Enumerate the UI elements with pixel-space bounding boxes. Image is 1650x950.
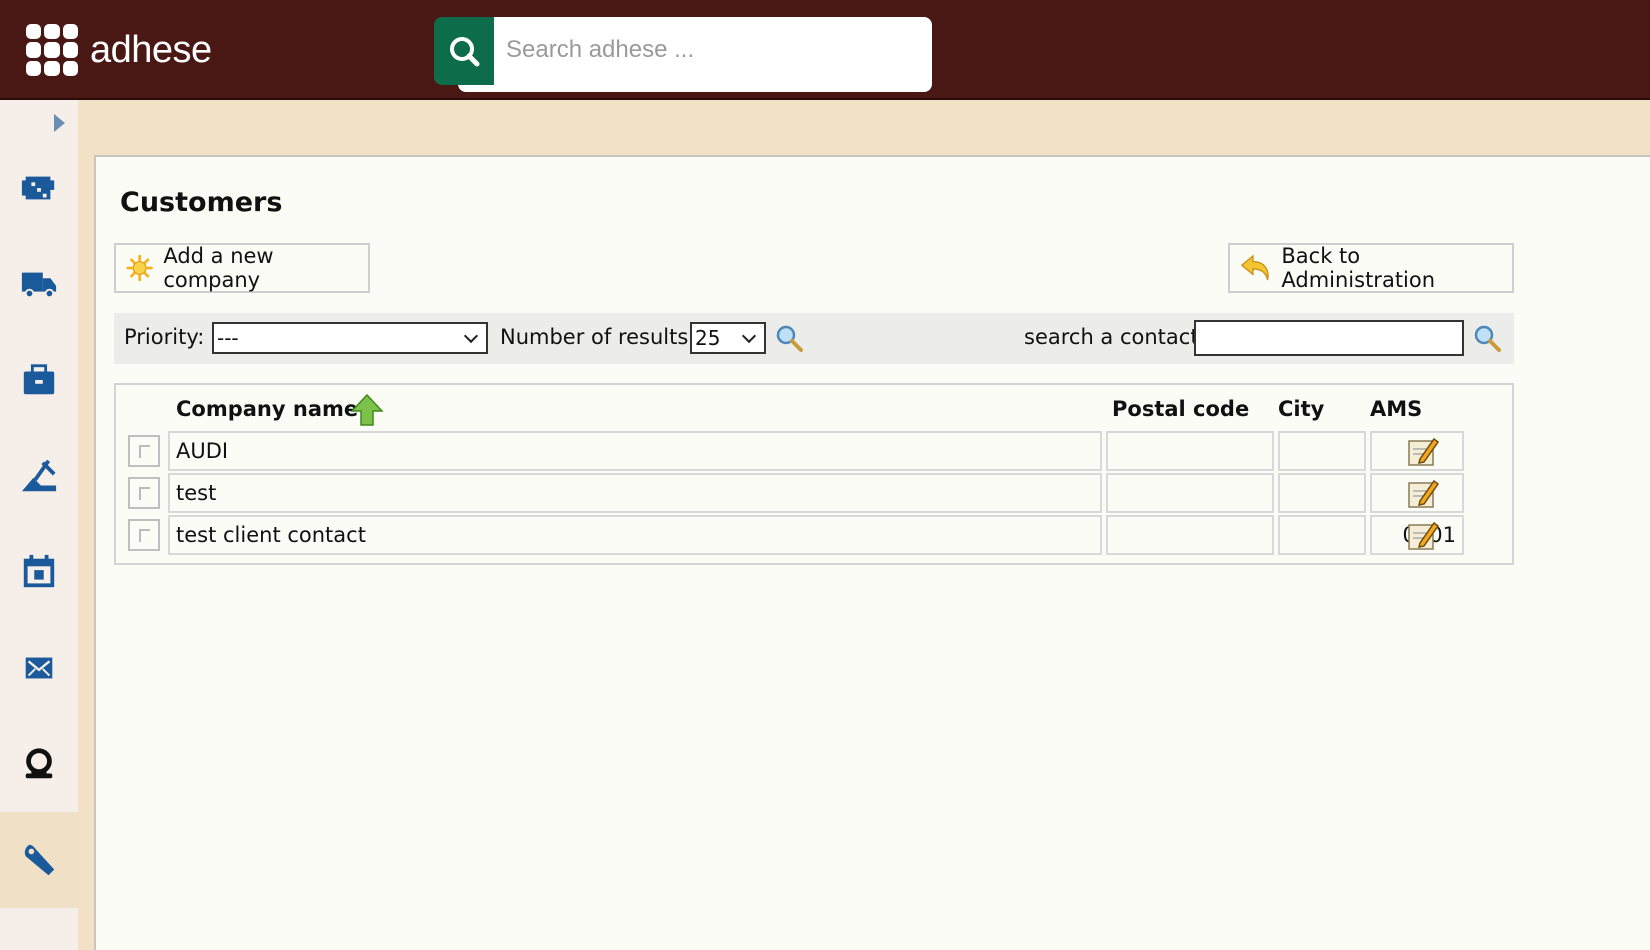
wrench-icon [24, 844, 55, 876]
results-select[interactable]: 25 [690, 322, 766, 354]
customers-table: Company name Postal code City AMS AUDI t… [114, 383, 1514, 565]
tools-icon [21, 459, 57, 492]
delivery-truck-icon [21, 272, 57, 299]
cell-company-name[interactable]: AUDI [168, 431, 1102, 471]
top-bar: adhese [0, 0, 1650, 100]
cell-city[interactable] [1278, 473, 1366, 513]
sidebar-item-messages[interactable] [0, 620, 78, 716]
sidebar-item-delivery[interactable] [0, 236, 78, 332]
logo-grid-icon [26, 24, 78, 76]
search-button[interactable] [434, 17, 494, 85]
back-arrow-icon [1240, 254, 1269, 281]
logo-text: adhese [90, 28, 212, 71]
header-company-name[interactable]: Company name [176, 397, 358, 421]
back-label: Back to Administration [1281, 244, 1436, 292]
page-title: Customers [120, 187, 283, 218]
header-ams[interactable]: AMS [1370, 397, 1422, 421]
adhese-logo[interactable]: adhese [26, 24, 212, 76]
priority-label: Priority: [124, 325, 205, 349]
results-label: Number of results [500, 325, 689, 349]
sidebar-item-tools[interactable] [0, 428, 78, 524]
priority-select-value: --- [217, 326, 239, 350]
chevron-down-icon [463, 328, 479, 344]
sidebar [0, 100, 78, 950]
global-search [434, 17, 932, 92]
edit-icon[interactable] [1406, 477, 1440, 509]
cell-company-name[interactable]: test client contact [168, 515, 1102, 555]
sidebar-item-campaigns[interactable] [0, 332, 78, 428]
sidebar-expand-icon[interactable] [54, 114, 65, 132]
calendar-icon [23, 554, 55, 588]
row-checkbox[interactable] [128, 477, 160, 509]
header-postal-code[interactable]: Postal code [1112, 397, 1249, 421]
cell-city[interactable] [1278, 431, 1366, 471]
chevron-down-icon [741, 328, 757, 344]
search-icon [450, 37, 480, 67]
edit-icon[interactable] [1406, 435, 1440, 467]
search-contact-label: search a contact [1024, 325, 1199, 349]
inventory-icon [21, 176, 55, 200]
sidebar-item-planning[interactable] [0, 524, 78, 620]
row-checkbox[interactable] [128, 435, 160, 467]
header-city[interactable]: City [1278, 397, 1324, 421]
search-contact-input[interactable] [1194, 320, 1464, 356]
row-checkbox[interactable] [128, 519, 160, 551]
search-input[interactable] [496, 25, 916, 75]
cell-postal-code[interactable] [1106, 515, 1274, 555]
mail-icon [25, 657, 53, 679]
cell-city[interactable] [1278, 515, 1366, 555]
sun-icon [126, 254, 153, 282]
add-company-button[interactable]: Add a new company [114, 243, 370, 293]
edit-icon[interactable] [1406, 519, 1440, 551]
cell-postal-code[interactable] [1106, 431, 1274, 471]
cell-company-name[interactable]: test [168, 473, 1102, 513]
sidebar-item-inventory[interactable] [0, 140, 78, 236]
add-company-label: Add a new company [163, 244, 274, 292]
results-select-value: 25 [695, 326, 721, 350]
filter-bar: Priority: --- Number of results 25 searc… [114, 313, 1514, 364]
sidebar-item-support[interactable] [0, 716, 78, 812]
sort-ascending-icon[interactable] [350, 393, 384, 427]
sidebar-item-administration[interactable] [0, 812, 78, 908]
cell-postal-code[interactable] [1106, 473, 1274, 513]
back-to-administration-button[interactable]: Back to Administration [1228, 243, 1514, 293]
main-panel: Customers Add a new company Back to Admi… [94, 155, 1650, 950]
contact-search-icon[interactable] [1472, 323, 1502, 353]
briefcase-icon [23, 364, 55, 395]
support-icon [25, 748, 53, 779]
priority-select[interactable]: --- [212, 322, 488, 354]
filter-search-icon[interactable] [774, 323, 804, 353]
